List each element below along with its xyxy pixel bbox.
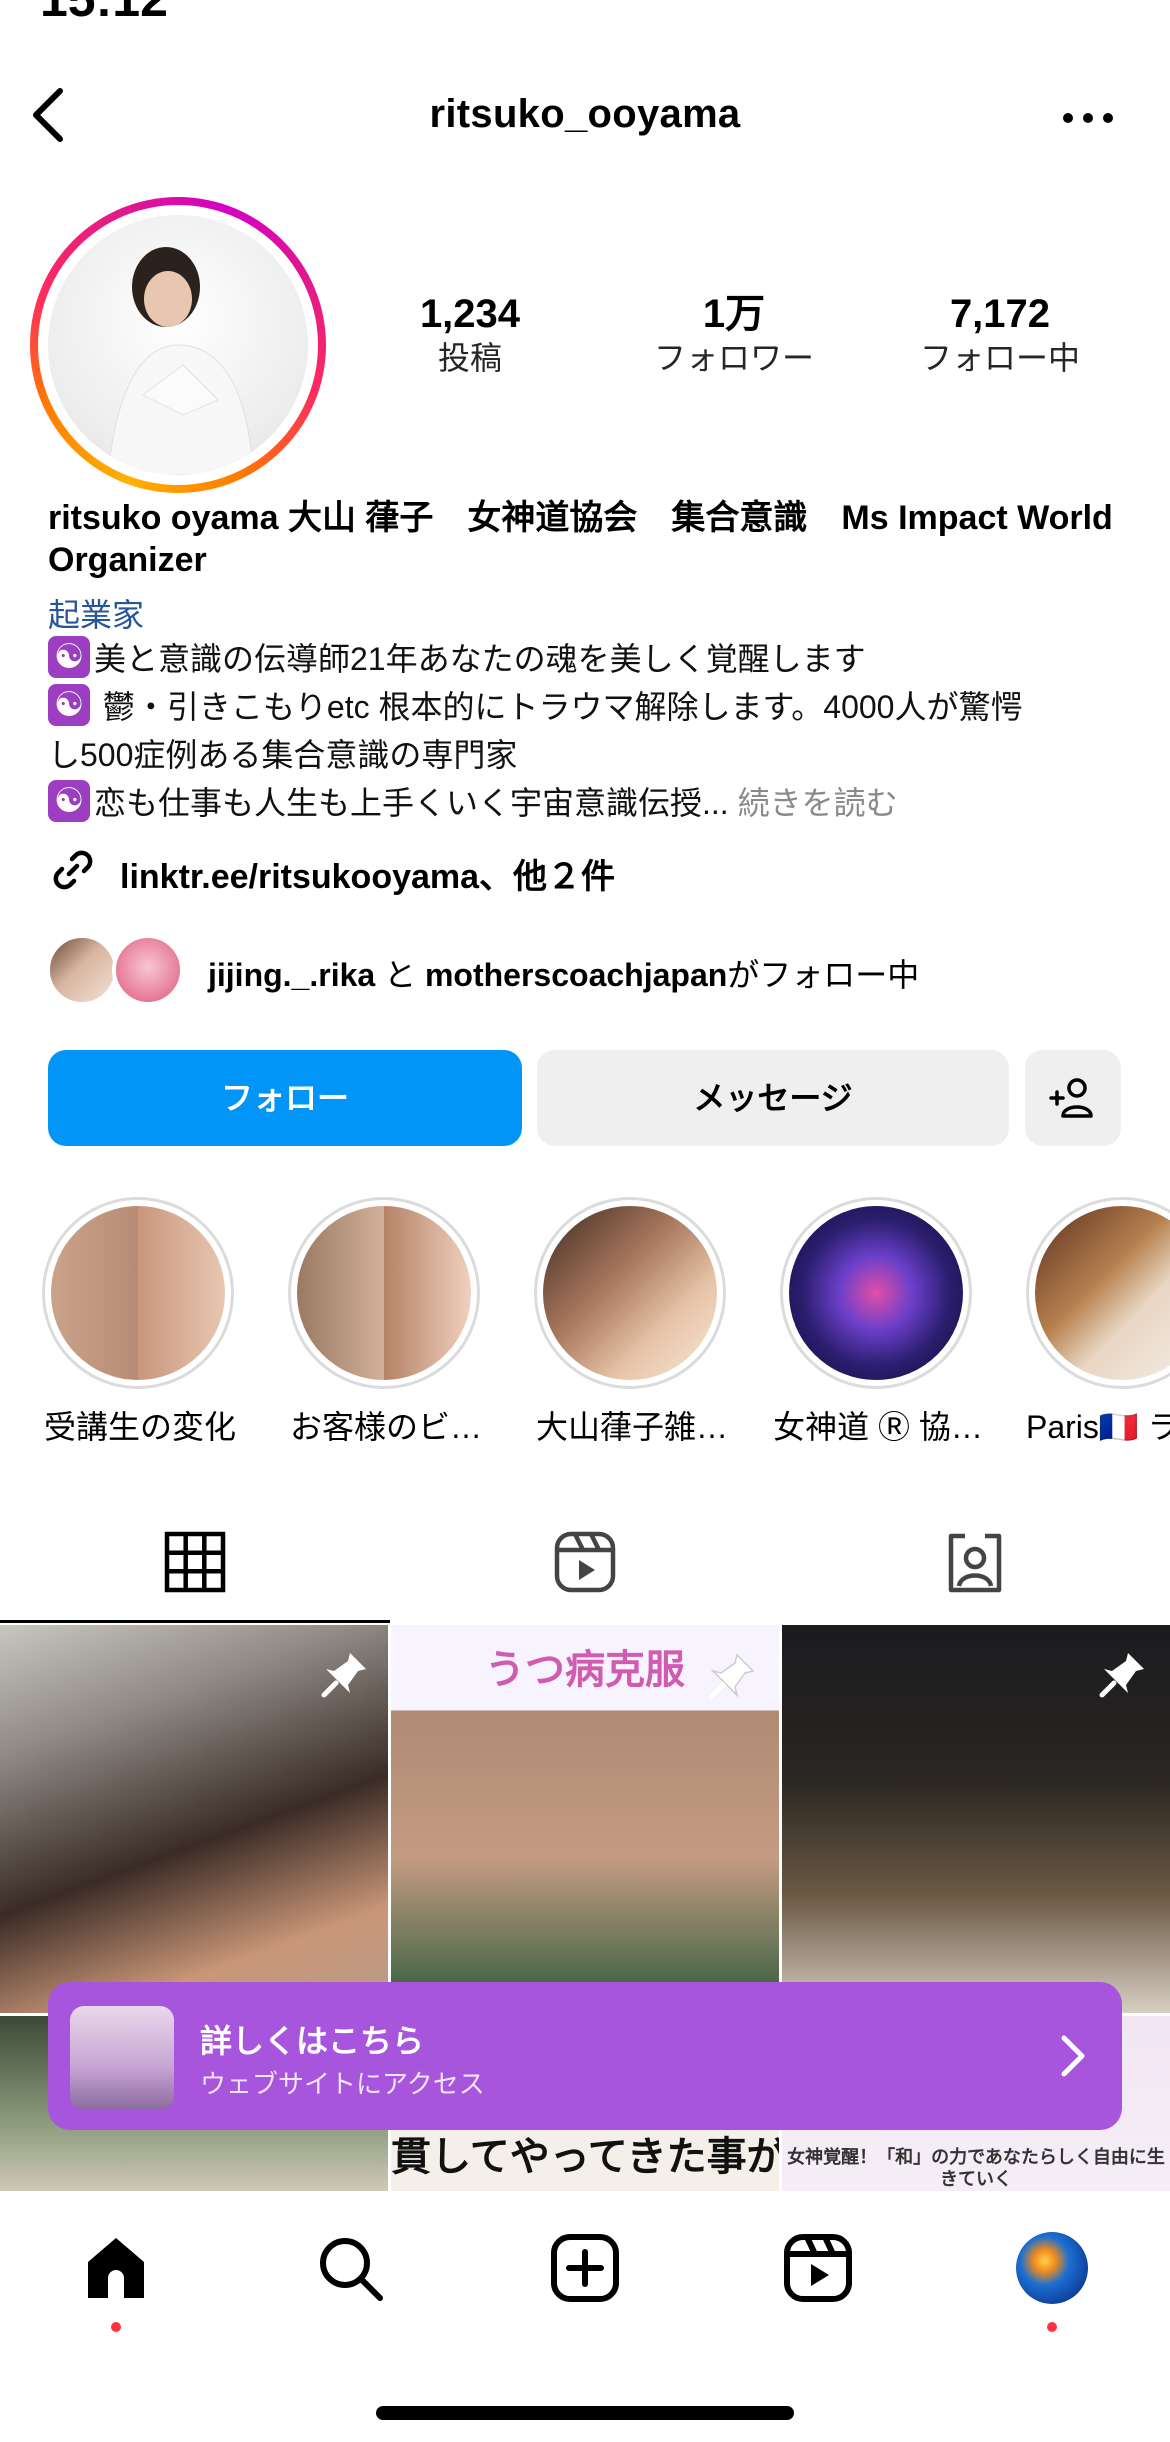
- followed-by-user-2[interactable]: motherscoachjapan: [425, 957, 727, 993]
- search-icon[interactable]: [314, 2232, 386, 2304]
- followed-by-joiner: と: [375, 957, 425, 993]
- create-post-icon[interactable]: [549, 2232, 621, 2304]
- pin-icon: [1099, 1653, 1144, 1698]
- bio-line-3: し500症例ある集合意識の専門家: [48, 737, 518, 773]
- read-more-link[interactable]: 続きを読む: [729, 785, 898, 821]
- yin-yang-icon: [48, 780, 90, 822]
- reels-tab-icon[interactable]: [553, 1530, 617, 1594]
- bottom-nav: [0, 2192, 1170, 2442]
- notification-dot: [1047, 2322, 1057, 2332]
- grid-tab-icon[interactable]: [163, 1530, 227, 1594]
- website-cta-banner[interactable]: 詳しくはこちら ウェブサイトにアクセス: [48, 1982, 1122, 2130]
- chevron-right-icon: [1061, 2035, 1085, 2077]
- active-tab-indicator: [0, 1620, 390, 1623]
- followed-by-text[interactable]: jijing._.rika と motherscoachjapanがフォロー中: [208, 950, 919, 996]
- yin-yang-icon: [48, 636, 90, 678]
- highlight-cover: [51, 1206, 225, 1380]
- profile-display-name: ritsuko oyama 大山 葎子 女神道協会 集合意識 Ms Impact…: [48, 499, 1113, 579]
- reels-icon[interactable]: [782, 2232, 854, 2304]
- mutual-follower-avatar[interactable]: [112, 934, 184, 1006]
- profile-category[interactable]: 起業家: [48, 590, 144, 636]
- highlight-cover: [297, 1206, 471, 1380]
- highlight-cover: [789, 1206, 963, 1380]
- stat-following-label: フォロー中: [919, 340, 1080, 376]
- bio-line-2-text: 鬱・引きこもりetc 根本的にトラウマ解除します。4000人が驚愕: [94, 689, 1023, 725]
- bio-line-4: 恋も仕事も人生も上手くいく宇宙意識伝授... 続きを読む: [48, 779, 898, 827]
- home-indicator: [376, 2406, 794, 2420]
- stat-followers-count: 1万: [702, 292, 766, 336]
- more-options-icon[interactable]: [1060, 110, 1116, 126]
- suggested-users-button[interactable]: [1025, 1050, 1121, 1146]
- post-thumbnail[interactable]: [782, 1625, 1170, 2013]
- stat-following-count: 7,172: [949, 292, 1051, 336]
- highlight-cover: [543, 1206, 717, 1380]
- banner-title: 詳しくはこちら: [200, 2023, 425, 2059]
- yin-yang-icon: [48, 684, 90, 726]
- bio-line-4-text: 恋も仕事も人生も上手くいく宇宙意識伝授...: [94, 785, 729, 821]
- post-overlay-text: 女神覚醒！「和」の力であなたらしく自由に生きていく: [787, 2147, 1165, 2189]
- stat-posts-count: 1,234: [419, 292, 521, 336]
- link-icon: [53, 850, 93, 890]
- stat-posts[interactable]: 1,234 投稿: [350, 290, 590, 378]
- pin-icon: [321, 1653, 366, 1698]
- profile-avatar: [48, 215, 308, 475]
- stat-followers-label: フォロワー: [653, 340, 814, 376]
- profile-nav-avatar[interactable]: [1016, 2232, 1088, 2304]
- profile-username-title: ritsuko_ooyama: [429, 92, 741, 136]
- followed-by-suffix: がフォロー中: [727, 957, 920, 993]
- banner-thumbnail: [70, 2006, 174, 2110]
- notification-dot: [111, 2322, 121, 2332]
- banner-subtitle: ウェブサイトにアクセス: [200, 2069, 485, 2099]
- highlight-label: 受講生の変化: [43, 1409, 236, 1445]
- status-bar: 15:12: [0, 0, 1170, 40]
- bio-line-1-text: 美と意識の伝導師21年あなたの魂を美しく覚醒します: [94, 641, 866, 677]
- bio-line-2: 鬱・引きこもりetc 根本的にトラウマ解除します。4000人が驚愕: [48, 683, 1022, 731]
- highlight-label: 女神道 Ⓡ 協…: [773, 1409, 983, 1445]
- profile-avatar-ring[interactable]: [30, 197, 326, 493]
- post-thumbnail[interactable]: [0, 1625, 388, 2013]
- highlight-label: Paris🇫🇷 ラ: [1026, 1409, 1170, 1445]
- stat-following[interactable]: 7,172 フォロー中: [880, 290, 1120, 378]
- highlight-label: 大山葎子雑…: [535, 1409, 728, 1445]
- home-icon[interactable]: [80, 2232, 152, 2304]
- post-thumbnail[interactable]: うつ病克服: [391, 1625, 779, 2013]
- stat-followers[interactable]: 1万 フォロワー: [614, 290, 854, 378]
- follow-button[interactable]: フォロー: [48, 1050, 522, 1146]
- profile-link-text[interactable]: linktr.ee/ritsukooyama、他２件: [120, 849, 615, 898]
- story-highlight[interactable]: Paris🇫🇷 ラ: [1026, 1197, 1170, 1457]
- mutual-follower-avatar[interactable]: [46, 934, 118, 1006]
- post-overlay-text: 貫してやってきた事が: [391, 2135, 779, 2179]
- tagged-tab-icon[interactable]: [943, 1530, 1007, 1594]
- add-user-icon: [1049, 1078, 1093, 1118]
- status-time: 15:12: [40, 0, 168, 28]
- highlight-label: お客様のビ…: [289, 1409, 482, 1445]
- stat-posts-label: 投稿: [437, 340, 502, 376]
- bio-line-1: 美と意識の伝導師21年あなたの魂を美しく覚醒します: [48, 635, 866, 683]
- message-button[interactable]: メッセージ: [537, 1050, 1009, 1146]
- pin-icon: [708, 1653, 755, 1700]
- followed-by-user-1[interactable]: jijing._.rika: [208, 957, 375, 993]
